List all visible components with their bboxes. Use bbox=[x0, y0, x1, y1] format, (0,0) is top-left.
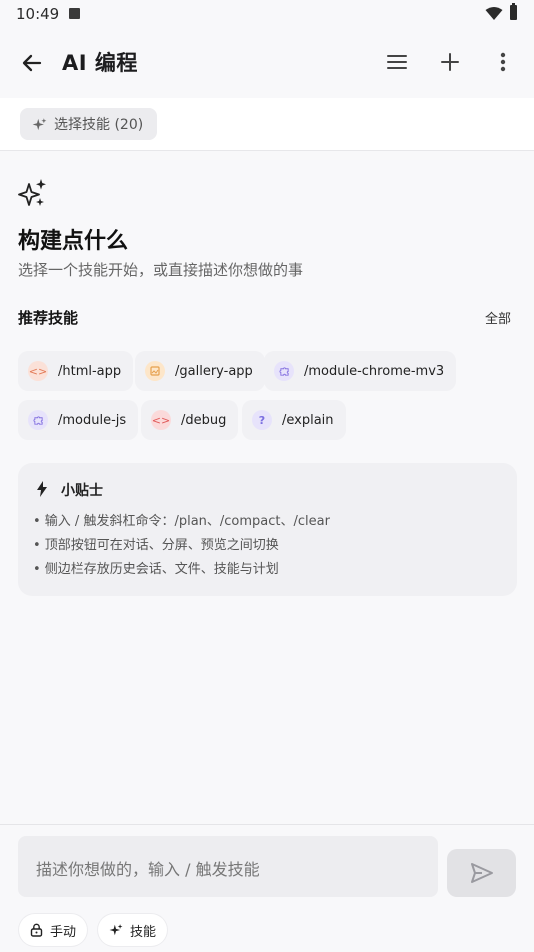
manual-mode-button[interactable]: 手动 bbox=[19, 914, 88, 946]
send-button[interactable] bbox=[447, 849, 516, 897]
skill-chip-module-chrome-mv3[interactable]: /module-chrome-mv3 bbox=[264, 351, 457, 391]
status-time: 10:49 bbox=[16, 5, 60, 23]
hero-subheading: 选择一个技能开始，或直接描述你想做的事 bbox=[18, 261, 304, 279]
sparkles-icon bbox=[18, 179, 46, 206]
notification-icon bbox=[69, 8, 80, 19]
page-title: AI 编程 bbox=[62, 51, 138, 75]
recommended-skills-title: 推荐技能 bbox=[18, 309, 79, 327]
puzzle-icon bbox=[274, 361, 294, 381]
skill-chip-debug[interactable]: <> /debug bbox=[141, 400, 239, 440]
lock-icon bbox=[30, 923, 43, 937]
sparkle-icon bbox=[32, 117, 47, 130]
tips-title: 小贴士 bbox=[61, 483, 103, 499]
puzzle-icon bbox=[28, 410, 48, 430]
hero-heading: 构建点什么 bbox=[18, 229, 129, 254]
app-bar: AI 编程 bbox=[0, 28, 534, 98]
code-icon: <> bbox=[151, 410, 171, 430]
skill-chip-module-js[interactable]: /module-js bbox=[18, 400, 139, 440]
bolt-icon bbox=[37, 481, 47, 497]
image-icon bbox=[145, 361, 165, 381]
skill-chip-label: /debug bbox=[181, 412, 227, 428]
skill-chip-label: /module-chrome-mv3 bbox=[304, 363, 445, 379]
more-vert-icon[interactable] bbox=[492, 49, 514, 75]
code-icon: <> bbox=[28, 361, 48, 381]
skill-chip-label: /module-js bbox=[58, 412, 127, 428]
sparkle-icon bbox=[109, 924, 123, 936]
tips-card: 小贴士 • 输入 / 触发斜杠命令：/plan、/compact、/clear … bbox=[18, 463, 517, 596]
send-icon bbox=[470, 863, 493, 883]
menu-icon[interactable] bbox=[384, 49, 410, 75]
skill-bar: 选择技能 (20) bbox=[0, 98, 534, 151]
select-skill-button[interactable]: 选择技能 (20) bbox=[20, 108, 158, 140]
tip-item: • 顶部按钮可在对话、分屏、预览之间切换 bbox=[33, 538, 279, 553]
battery-icon bbox=[510, 3, 517, 20]
manual-mode-label: 手动 bbox=[50, 924, 77, 940]
tip-item: • 侧边栏存放历史会话、文件、技能与计划 bbox=[33, 562, 279, 577]
composer: 描述你想做的，输入 / 触发技能 手动 技能 bbox=[0, 824, 534, 952]
tip-item: • 输入 / 触发斜杠命令：/plan、/compact、/clear bbox=[33, 514, 330, 529]
skills-label: 技能 bbox=[130, 924, 157, 940]
skill-chip-gallery-app[interactable]: /gallery-app bbox=[135, 351, 265, 391]
help-icon: ? bbox=[252, 410, 272, 430]
skill-chip-label: /explain bbox=[282, 412, 334, 428]
add-icon[interactable] bbox=[437, 49, 463, 75]
wifi-icon bbox=[485, 7, 503, 20]
back-arrow-icon[interactable] bbox=[18, 49, 46, 77]
skill-chip-label: /html-app bbox=[58, 363, 122, 379]
skills-button[interactable]: 技能 bbox=[98, 914, 168, 946]
skill-chip-label: /gallery-app bbox=[175, 363, 253, 379]
all-skills-link[interactable]: 全部 bbox=[485, 308, 511, 327]
status-bar: 10:49 bbox=[0, 0, 534, 28]
skill-chip-explain[interactable]: ? /explain bbox=[242, 400, 346, 440]
select-skill-label: 选择技能 (20) bbox=[54, 117, 144, 133]
prompt-input[interactable]: 描述你想做的，输入 / 触发技能 bbox=[18, 836, 438, 897]
skill-chip-html-app[interactable]: <> /html-app bbox=[18, 351, 134, 391]
